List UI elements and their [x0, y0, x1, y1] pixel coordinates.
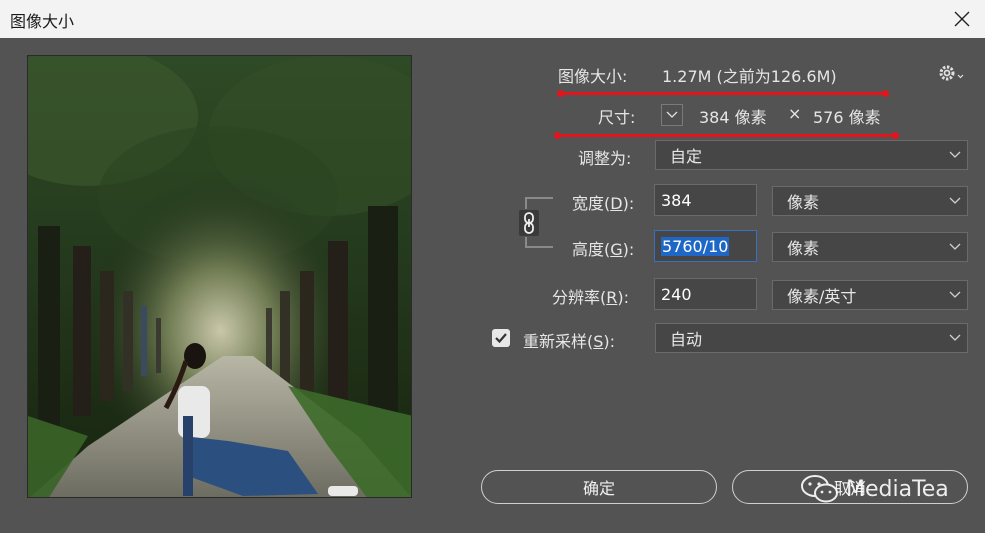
resolution-unit-select[interactable]: 像素/英寸 [772, 280, 968, 310]
resample-method-select[interactable]: 自动 [655, 323, 968, 353]
window-title: 图像大小 [10, 12, 75, 31]
dimensions-height: 576 像素 [813, 108, 881, 127]
dimensions-times: × [788, 104, 802, 123]
red-highlight-line [554, 132, 899, 139]
resample-checkbox[interactable] [492, 329, 510, 347]
resolution-value: 240 [661, 284, 692, 304]
chevron-down-icon [666, 111, 678, 118]
red-highlight-line [557, 90, 889, 97]
ok-button-label: 确定 [582, 479, 615, 498]
watermark: MediaTea [800, 474, 949, 504]
chevron-down-icon [949, 291, 961, 298]
width-unit-value: 像素 [787, 193, 820, 212]
settings-gear-button[interactable] [938, 63, 966, 83]
close-icon [954, 11, 970, 27]
gear-icon [939, 65, 964, 81]
width-unit-select[interactable]: 像素 [772, 186, 968, 216]
width-label: 宽度(D): [572, 194, 635, 213]
dimensions-width: 384 像素 [699, 108, 767, 127]
constrain-proportions-button[interactable] [517, 209, 541, 237]
resolution-unit-value: 像素/英寸 [787, 287, 857, 306]
height-value: 5760/10 [661, 236, 730, 256]
fit-to-select[interactable]: 自定 [655, 140, 968, 170]
chain-link-icon [519, 210, 539, 236]
title-bar: 图像大小 [0, 0, 985, 38]
height-input[interactable]: 5760/10 [654, 230, 757, 262]
image-size-label: 图像大小: [558, 67, 628, 86]
dimensions-label: 尺寸: [598, 108, 636, 127]
watermark-text: MediaTea [846, 476, 949, 502]
resample-label: 重新采样(S): [523, 332, 616, 351]
fit-to-label: 调整为: [578, 149, 632, 168]
resolution-input[interactable]: 240 [654, 278, 757, 310]
constrain-bracket-top [525, 197, 553, 209]
height-label: 高度(G): [572, 240, 635, 259]
image-size-value: 1.27M (之前为126.6M) [662, 67, 837, 86]
image-preview[interactable] [27, 55, 412, 498]
dimensions-unit-dropdown[interactable] [661, 104, 683, 126]
fit-to-value: 自定 [670, 147, 703, 166]
resolution-label: 分辨率(R): [552, 288, 630, 307]
checkmark-icon [495, 333, 507, 344]
height-unit-select[interactable]: 像素 [772, 232, 968, 262]
width-input[interactable]: 384 [654, 184, 757, 216]
wechat-icon [801, 475, 838, 503]
resample-method-value: 自动 [670, 330, 703, 349]
chevron-down-icon [949, 197, 961, 204]
chevron-down-icon [949, 151, 961, 158]
height-unit-value: 像素 [787, 239, 820, 258]
close-button[interactable] [939, 0, 985, 38]
chevron-down-icon [949, 334, 961, 341]
preview-photo [28, 56, 411, 497]
constrain-bracket-bottom [525, 236, 553, 248]
width-value: 384 [661, 190, 692, 210]
ok-button[interactable]: 确定 [481, 470, 717, 504]
chevron-down-icon [949, 243, 961, 250]
